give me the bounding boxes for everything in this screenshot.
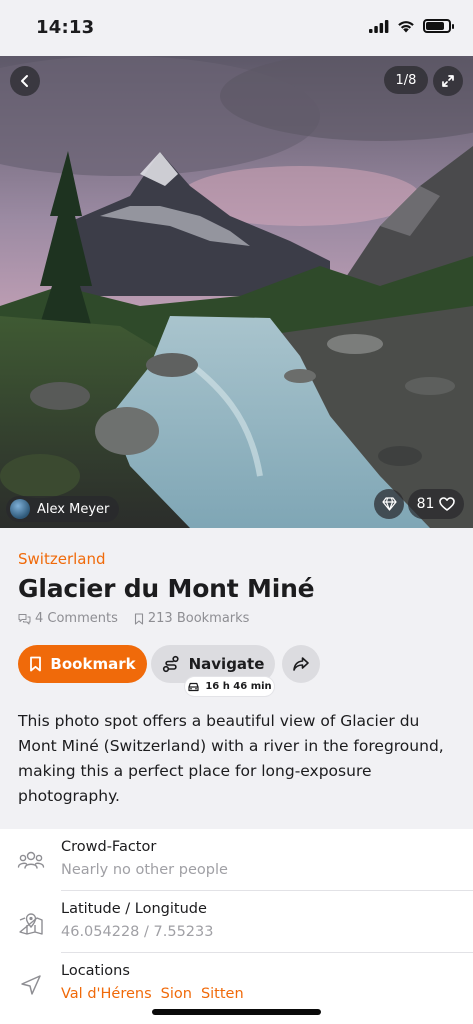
drive-time: 16 h 46 min <box>205 681 272 692</box>
home-indicator <box>152 1009 321 1015</box>
spot-photo[interactable]: 1/8 Alex Meyer 81 <box>0 56 473 528</box>
car-icon <box>188 682 199 691</box>
location-links: Val d'Hérens Sion Sitten <box>61 986 244 1002</box>
coordinates-row[interactable]: Latitude / Longitude 46.054228 / 7.55233 <box>0 891 473 952</box>
comment-icon <box>18 613 31 624</box>
status-bar: 14:13 <box>0 0 473 56</box>
avatar <box>10 499 30 519</box>
location-link-val-dherens[interactable]: Val d'Hérens <box>61 986 152 1002</box>
fullscreen-button[interactable] <box>433 66 463 96</box>
coordinates-value[interactable]: 46.054228 / 7.55233 <box>61 924 213 940</box>
coordinates-label: Latitude / Longitude <box>61 901 207 917</box>
locations-label: Locations <box>61 963 130 979</box>
navigation-arrow-icon <box>21 975 41 995</box>
location-link-sitten[interactable]: Sitten <box>201 986 244 1002</box>
heart-icon <box>439 497 456 511</box>
meta-row: 4 Comments 213 Bookmarks <box>18 611 265 626</box>
signal-icon <box>369 19 389 33</box>
bookmark-button[interactable]: Bookmark <box>18 645 147 683</box>
location-link-sion[interactable]: Sion <box>161 986 192 1002</box>
back-arrow-icon <box>21 75 28 87</box>
share-icon <box>293 657 309 671</box>
drive-time-badge: 16 h 46 min <box>185 677 274 696</box>
like-count: 81 <box>416 496 435 512</box>
bookmarks-count-item: 213 Bookmarks <box>134 611 250 626</box>
wifi-icon <box>398 20 414 32</box>
spot-description: This photo spot offers a beautiful view … <box>18 712 444 805</box>
author-name: Alex Meyer <box>37 501 110 517</box>
expand-icon <box>442 75 454 87</box>
details-list: Crowd-Factor Nearly no other people Lati… <box>0 829 473 1024</box>
bookmark-icon <box>134 612 143 625</box>
navigate-button-label: Navigate <box>188 655 265 673</box>
comments-link[interactable]: 4 Comments <box>18 611 118 626</box>
gem-icon <box>381 497 397 511</box>
comments-count: 4 Comments <box>35 611 118 626</box>
crowd-factor-value: Nearly no other people <box>61 862 228 878</box>
bookmarks-count: 213 Bookmarks <box>147 611 250 626</box>
photo-counter: 1/8 <box>384 66 428 94</box>
like-button[interactable]: 81 <box>408 489 464 519</box>
back-button[interactable] <box>10 66 40 96</box>
bookmark-icon <box>30 656 42 672</box>
gem-button[interactable] <box>374 489 404 519</box>
page-title: Glacier du Mont Miné <box>18 574 315 603</box>
crowd-factor-row: Crowd-Factor Nearly no other people <box>0 829 473 890</box>
map-pin-icon <box>19 913 43 935</box>
share-button[interactable] <box>282 645 320 683</box>
status-time: 14:13 <box>36 17 95 38</box>
locations-row: Locations Val d'Hérens Sion Sitten <box>0 953 473 1014</box>
crowd-factor-label: Crowd-Factor <box>61 839 157 855</box>
landscape-photo <box>0 56 473 528</box>
country-link[interactable]: Switzerland <box>18 550 106 568</box>
battery-icon <box>423 19 454 33</box>
author-chip[interactable]: Alex Meyer <box>6 496 120 522</box>
status-icons <box>369 19 454 33</box>
route-icon <box>162 655 179 673</box>
bookmark-button-label: Bookmark <box>50 655 136 673</box>
people-icon <box>17 851 45 869</box>
